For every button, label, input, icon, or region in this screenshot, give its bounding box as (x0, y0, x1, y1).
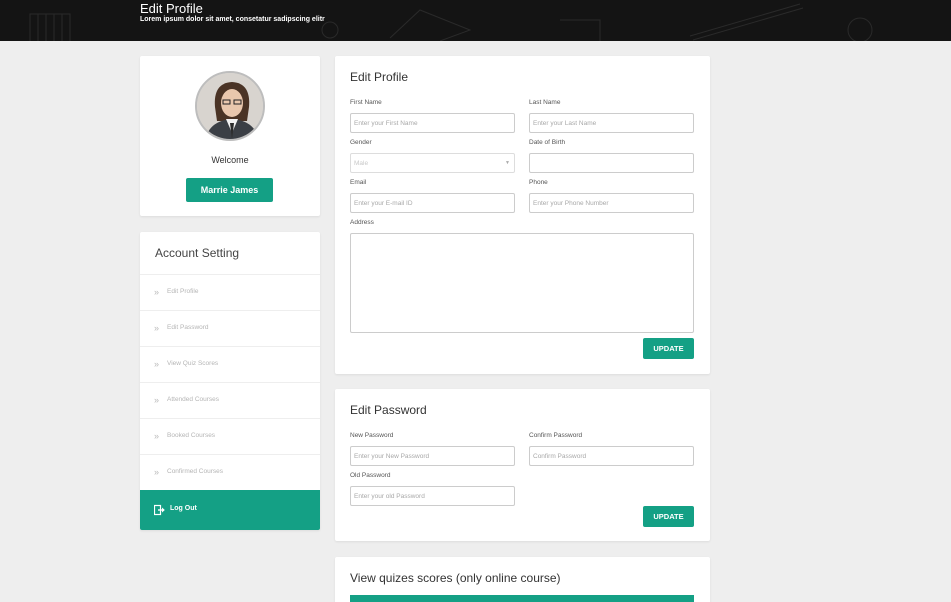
welcome-text: Welcome (211, 155, 249, 165)
page-banner: Edit Profile Lorem ipsum dolor sit amet,… (0, 0, 951, 41)
date-of-birth-label: Date of Birth (529, 139, 566, 146)
sidebar-item-attended-courses[interactable]: » Attended Courses (140, 382, 320, 418)
phone-label: Phone (529, 179, 548, 186)
first-name-input[interactable] (350, 113, 515, 133)
email-input[interactable] (350, 193, 515, 213)
sidebar-item-label: Attended Courses (167, 396, 220, 403)
edit-password-title: Edit Password (350, 403, 427, 417)
old-password-label: Old Password (350, 472, 391, 479)
old-password-input[interactable] (350, 486, 515, 506)
phone-input[interactable] (529, 193, 694, 213)
logout-icon (154, 504, 165, 516)
sidebar-item-view-quiz-scores[interactable]: » View Quiz Scores (140, 346, 320, 382)
profile-card: Welcome Marrie James (140, 56, 320, 216)
profile-name-button[interactable]: Marrie James (186, 178, 273, 202)
chevron-right-icon: » (154, 431, 160, 441)
confirm-password-label: Confirm Password (529, 432, 583, 439)
chevron-right-icon: » (154, 359, 160, 369)
sidebar-item-label: Edit Password (167, 324, 209, 331)
chevron-right-icon: » (154, 287, 160, 297)
account-settings-title: Account Setting (155, 246, 240, 260)
edit-profile-card: Edit Profile First Name Last Name Gender… (335, 56, 710, 374)
logout-label: Log Out (170, 505, 197, 512)
quiz-scores-card: View quizes scores (only online course) (335, 557, 710, 602)
sidebar-item-label: Booked Courses (167, 432, 216, 439)
update-password-button[interactable]: UPDATE (643, 506, 694, 527)
avatar (195, 71, 265, 141)
sidebar-item-label: Edit Profile (167, 288, 199, 295)
quiz-scores-title: View quizes scores (only online course) (350, 571, 561, 585)
new-password-label: New Password (350, 432, 394, 439)
sidebar-item-label: View Quiz Scores (167, 360, 219, 367)
last-name-label: Last Name (529, 99, 561, 106)
sidebar-item-booked-courses[interactable]: » Booked Courses (140, 418, 320, 454)
chevron-right-icon: » (154, 395, 160, 405)
confirm-password-input[interactable] (529, 446, 694, 466)
chevron-right-icon: » (154, 467, 160, 477)
sidebar-item-edit-password[interactable]: » Edit Password (140, 310, 320, 346)
gender-selected-value: Male (354, 160, 369, 167)
new-password-input[interactable] (350, 446, 515, 466)
caret-down-icon: ▼ (505, 160, 510, 166)
avatar-photo (197, 73, 263, 139)
account-settings-card: Account Setting » Edit Profile » Edit Pa… (140, 232, 320, 530)
page-subtitle: Lorem ipsum dolor sit amet, consetatur s… (140, 16, 325, 23)
sidebar-item-confirmed-courses[interactable]: » Confirmed Courses (140, 454, 320, 490)
scores-table-header (350, 595, 694, 602)
gender-select[interactable]: Male ▼ (350, 153, 515, 173)
logout-button[interactable]: Log Out (140, 490, 320, 530)
last-name-input[interactable] (529, 113, 694, 133)
address-label: Address (350, 219, 374, 226)
update-profile-button[interactable]: UPDATE (643, 338, 694, 359)
first-name-label: First Name (350, 99, 382, 106)
gender-label: Gender (350, 139, 372, 146)
edit-password-card: Edit Password New Password Confirm Passw… (335, 389, 710, 541)
date-of-birth-input[interactable] (529, 153, 694, 173)
sidebar-item-edit-profile[interactable]: » Edit Profile (140, 274, 320, 310)
page-title: Edit Profile (140, 1, 203, 16)
address-textarea[interactable] (350, 233, 694, 333)
email-label: Email (350, 179, 367, 186)
edit-profile-title: Edit Profile (350, 70, 409, 84)
chevron-right-icon: » (154, 323, 160, 333)
sidebar-item-label: Confirmed Courses (167, 468, 223, 475)
